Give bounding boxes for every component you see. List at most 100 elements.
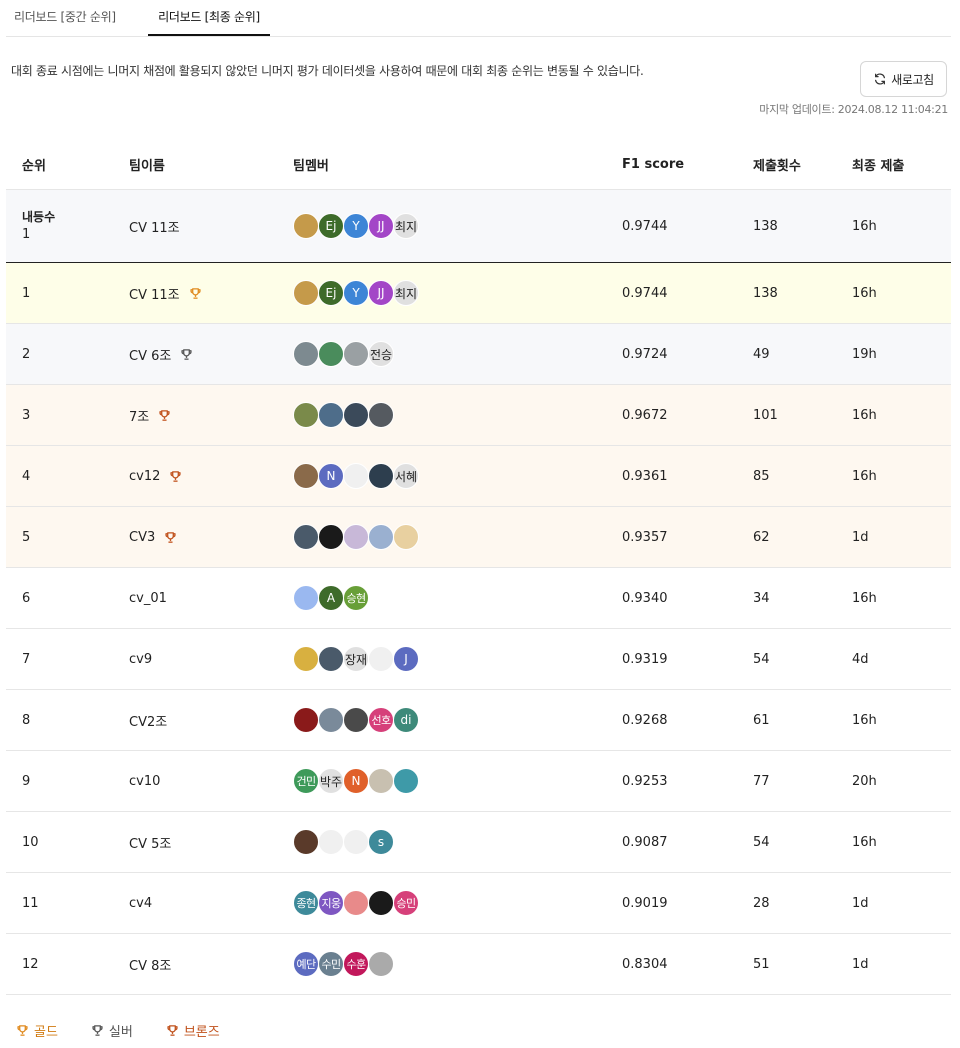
submission-count-cell: 101 [753,407,778,423]
avatar[interactable] [368,768,394,794]
my-rank-row: 내등수 1 CV 11조 Ej Y JJ 최지 0.9744 138 16h [6,190,951,263]
avatar[interactable] [393,524,419,550]
submission-count-cell: 61 [753,712,770,728]
team-members-cell: A 승현 [293,568,369,628]
avatar[interactable] [343,402,369,428]
avatar[interactable] [318,707,344,733]
avatar[interactable] [293,463,319,489]
table-row: 7 cv9 장재 J 0.9319 54 4d [6,629,951,690]
avatar[interactable] [293,341,319,367]
avatar[interactable]: Y [343,213,369,239]
refresh-label: 새로고침 [891,72,934,87]
avatar[interactable] [368,463,394,489]
avatar[interactable] [318,402,344,428]
team-members-cell: s [293,812,394,872]
avatar[interactable]: 장재 [343,646,369,672]
team-members-cell: 종현 지웅 승민 [293,873,419,933]
avatar[interactable] [343,524,369,550]
avatar[interactable]: 종현 [293,890,319,916]
rank-cell: 10 [22,834,39,850]
avatar-group: Ej Y JJ 최지 [293,213,419,239]
avatar[interactable] [293,707,319,733]
avatar-group [293,402,394,428]
avatar[interactable]: 승현 [343,585,369,611]
avatar[interactable]: 수민 [318,951,344,977]
avatar[interactable] [293,646,319,672]
avatar[interactable]: Y [343,280,369,306]
avatar[interactable]: s [368,829,394,855]
refresh-button[interactable]: 새로고침 [860,61,947,97]
team-name-cell: CV 5조 [129,812,171,872]
f1-score-cell: 0.9319 [622,651,668,667]
avatar[interactable] [368,524,394,550]
avatar[interactable]: 최지 [393,280,419,306]
avatar[interactable]: 최지 [393,213,419,239]
ranking-notice: 대회 종료 시점에는 니머지 채점에 활용되지 않았던 니머지 평가 데이터셋을… [11,64,644,78]
avatar[interactable]: Ej [318,280,344,306]
avatar[interactable] [393,768,419,794]
team-name: CV 8조 [129,958,172,974]
avatar[interactable]: 예단 [293,951,319,977]
table-body: 1 CV 11조 Ej Y JJ 최지 0.9744 138 16h 2 CV 6조 전승 0.9724… [6,263,951,995]
avatar[interactable]: di [393,707,419,733]
f1-score-cell: 0.9340 [622,590,668,606]
avatar[interactable] [368,951,394,977]
avatar[interactable]: Ej [318,213,344,239]
avatar[interactable] [318,646,344,672]
f1-score-cell: 0.9268 [622,712,668,728]
avatar[interactable]: J [393,646,419,672]
medal-legend: 골드 실버 브론즈 [16,1021,220,1040]
avatar[interactable] [293,280,319,306]
team-name: CV 6조 [129,348,172,364]
avatar[interactable]: 박주 [318,768,344,794]
submission-count-cell: 34 [753,590,770,606]
team-name: CV 5조 [129,836,172,852]
team-name-cell: cv12 [129,446,182,506]
avatar[interactable]: JJ [368,213,394,239]
avatar[interactable] [318,524,344,550]
tab-final-ranking[interactable]: 리더보드 [최종 순위] [148,8,270,36]
avatar[interactable] [368,890,394,916]
tab-intermediate-ranking[interactable]: 리더보드 [중간 순위] [14,8,116,37]
avatar[interactable] [293,213,319,239]
avatar[interactable] [343,341,369,367]
avatar[interactable] [368,402,394,428]
f1-score-cell: 0.8304 [622,956,668,972]
avatar[interactable] [293,829,319,855]
avatar[interactable] [293,402,319,428]
table-row: 5 CV3 0.9357 62 1d [6,507,951,568]
avatar[interactable] [343,463,369,489]
avatar[interactable]: 서혜 [393,463,419,489]
avatar[interactable]: 전승 [368,341,394,367]
trophy-icon [166,1024,179,1037]
avatar[interactable]: A [318,585,344,611]
avatar-group [293,524,419,550]
avatar[interactable]: JJ [368,280,394,306]
avatar[interactable] [368,646,394,672]
team-name: CV3 [129,529,156,545]
rank-cell: 7 [22,651,31,667]
last-submission-cell: 20h [852,773,877,789]
avatar[interactable]: N [318,463,344,489]
col-submissions-header: 제출횟수 [753,159,801,174]
avatar[interactable] [343,707,369,733]
avatar[interactable]: 수훈 [343,951,369,977]
avatar-group: s [293,829,394,855]
avatar[interactable] [293,585,319,611]
avatar[interactable] [343,829,369,855]
legend-silver: 실버 [91,1021,133,1040]
avatar[interactable]: 선호 [368,707,394,733]
last-submission-cell: 16h [852,834,877,850]
avatar[interactable] [343,890,369,916]
team-name-cell: CV 8조 [129,934,171,994]
avatar[interactable] [293,524,319,550]
table-row: 10 CV 5조 s 0.9087 54 16h [6,812,951,873]
avatar[interactable]: 지웅 [318,890,344,916]
avatar[interactable]: N [343,768,369,794]
avatar[interactable] [318,341,344,367]
avatar[interactable]: 건민 [293,768,319,794]
submission-count-cell: 54 [753,651,770,667]
avatar[interactable]: 승민 [393,890,419,916]
avatar[interactable] [318,829,344,855]
rank-cell: 8 [22,712,31,728]
